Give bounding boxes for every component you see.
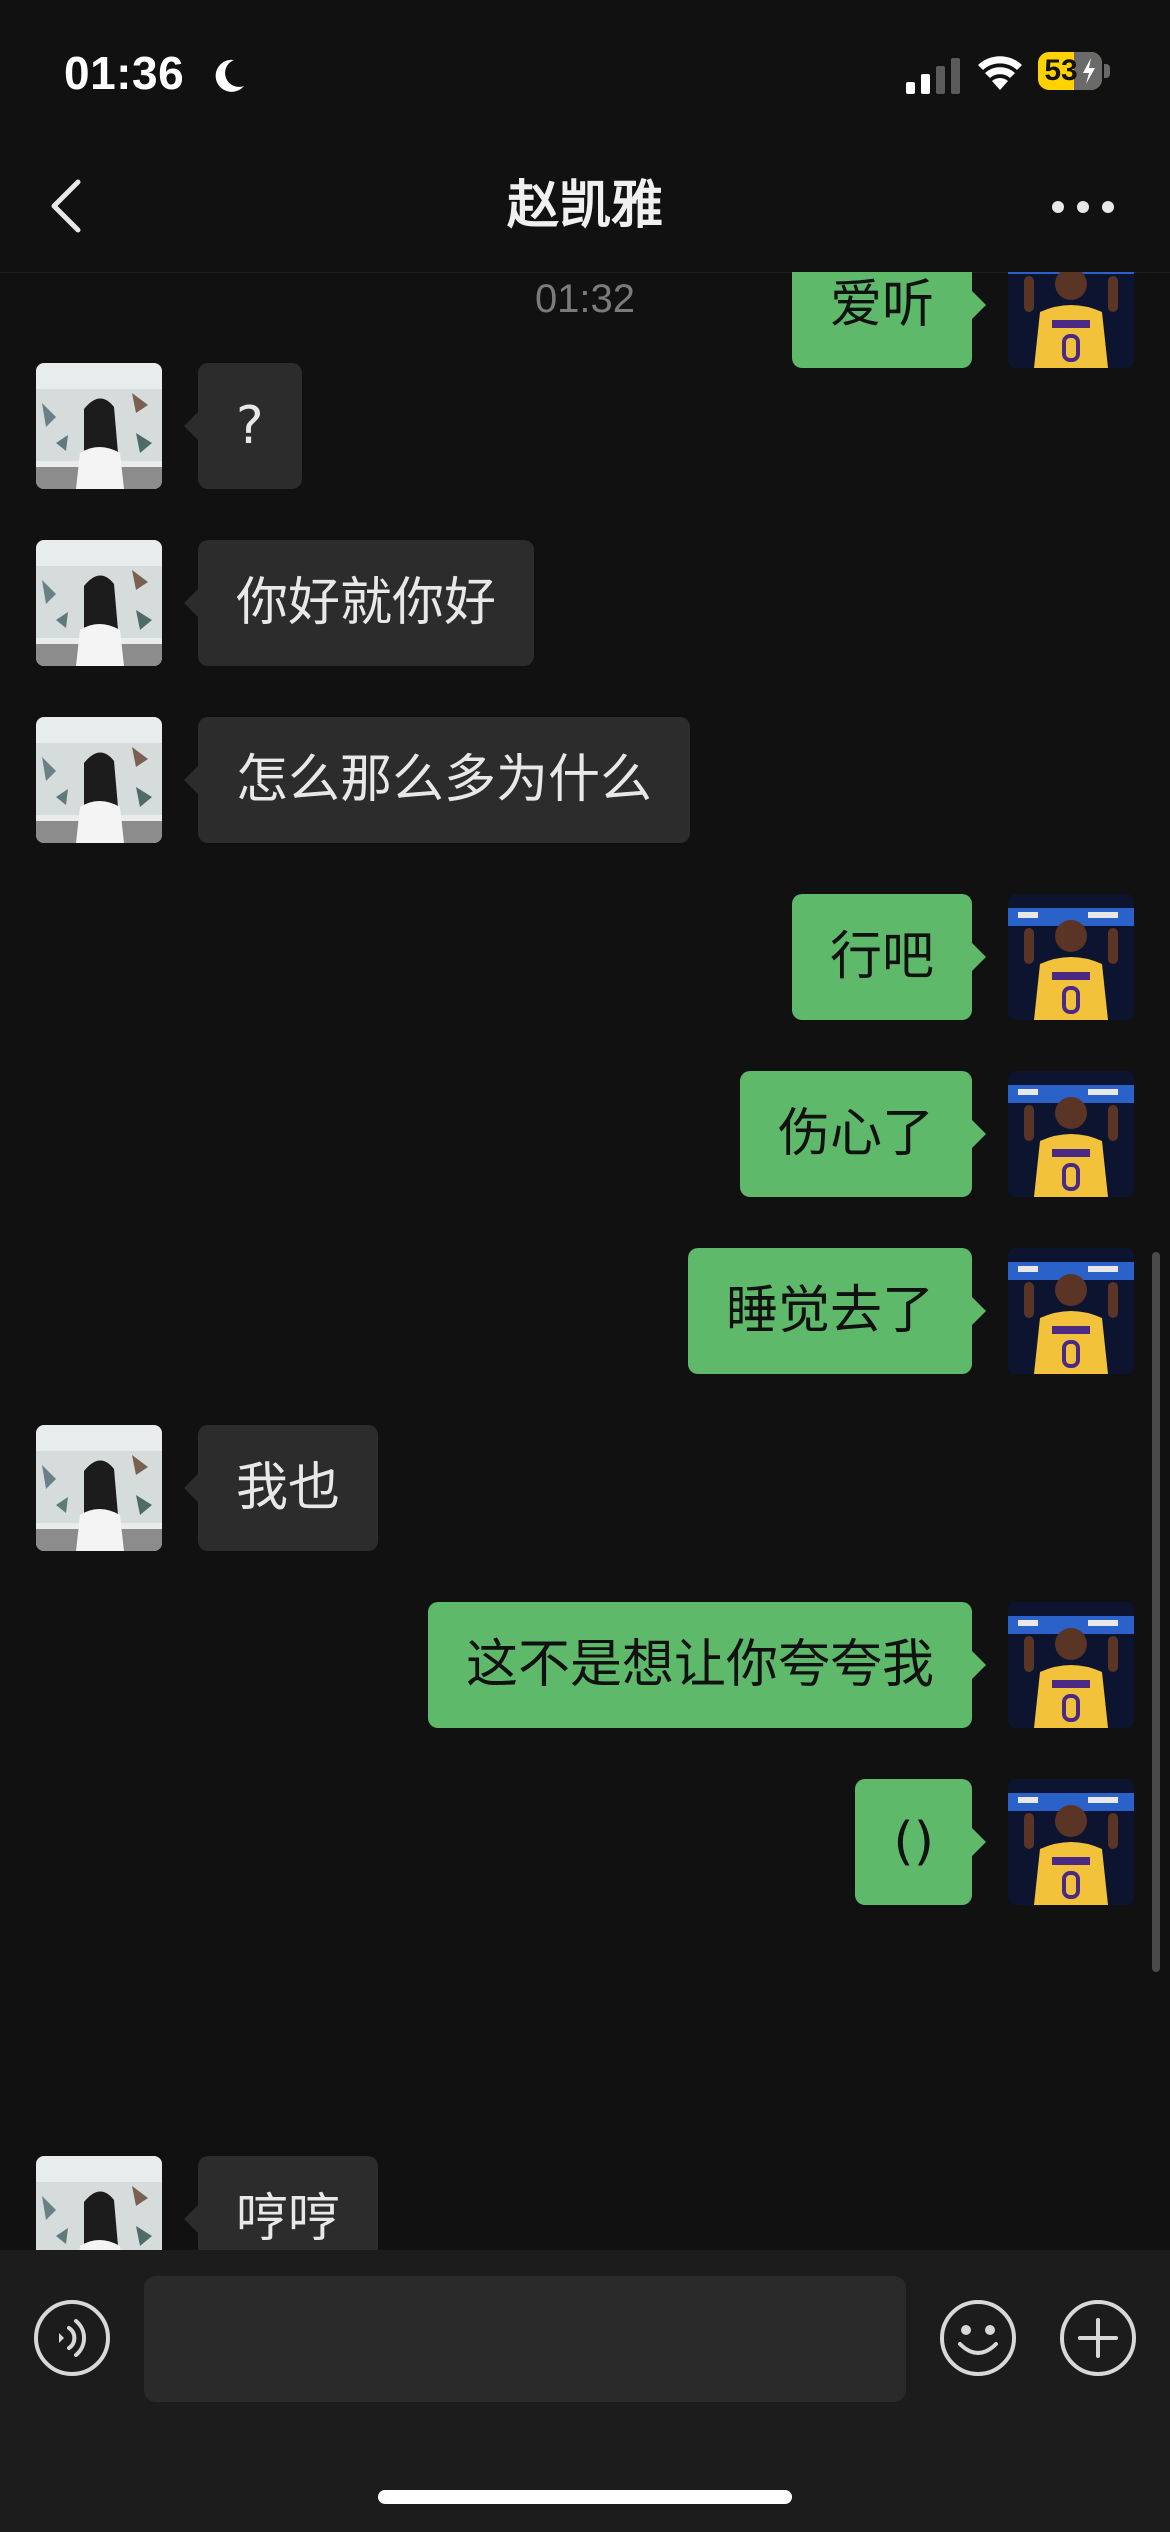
contact-avatar[interactable]: [36, 717, 162, 843]
message-bubble-incoming[interactable]: 我也: [183, 1425, 379, 1551]
chat-title: 赵凯雅: [506, 176, 663, 236]
message-row: 哼哼: [0, 2156, 1170, 2250]
message-row: (): [0, 1779, 1170, 1905]
plus-icon[interactable]: [1058, 2298, 1138, 2378]
contact-avatar[interactable]: [36, 540, 162, 666]
battery-charging-icon: 53: [1038, 52, 1112, 94]
contact-avatar[interactable]: [36, 1425, 162, 1551]
message-bubble-outgoing[interactable]: 睡觉去了: [687, 1248, 987, 1374]
contact-avatar[interactable]: [36, 2156, 162, 2250]
my-avatar[interactable]: [1008, 1248, 1134, 1374]
message-row: 怎么那么多为什么: [0, 717, 1170, 843]
timestamp: 01:32: [534, 277, 636, 321]
chevron-left-icon[interactable]: [40, 176, 100, 236]
message-row: 伤心了: [0, 1071, 1170, 1197]
home-indicator[interactable]: [378, 2490, 792, 2504]
message-row: ?: [0, 363, 1170, 489]
status-time: 01:36: [64, 47, 185, 99]
moon-icon: [215, 59, 244, 92]
input-bar: [0, 2250, 1170, 2532]
status-bar: 01:36 53: [0, 0, 1170, 140]
message-input[interactable]: [144, 2276, 906, 2402]
voice-icon[interactable]: [32, 2298, 112, 2378]
message-row: 睡觉去了: [0, 1248, 1170, 1374]
message-row: 你好就你好: [0, 540, 1170, 666]
message-list[interactable]: 爱听 01:32 ? 你好就你好 怎么那么多为什么 行吧 伤心了 睡觉去了 我也…: [0, 272, 1170, 2250]
message-bubble-incoming[interactable]: ?: [184, 363, 302, 489]
contact-avatar[interactable]: [36, 363, 162, 489]
message-bubble-outgoing[interactable]: 这不是想让你夸夸我: [427, 1602, 987, 1728]
battery-level: 53: [1044, 54, 1078, 87]
more-dots-icon[interactable]: [1048, 192, 1118, 222]
message-row: 我也: [0, 1425, 1170, 1551]
message-bubble-incoming[interactable]: 你好就你好: [183, 540, 535, 666]
my-avatar[interactable]: [1008, 1602, 1134, 1728]
message-bubble-outgoing[interactable]: 行吧: [791, 894, 987, 1020]
cellular-signal-icon: [906, 58, 960, 94]
message-bubble-outgoing[interactable]: (): [855, 1779, 986, 1905]
scrollbar[interactable]: [1152, 1252, 1160, 1972]
chat-header: 赵凯雅: [0, 140, 1170, 273]
message-row: 这不是想让你夸夸我: [0, 1602, 1170, 1728]
my-avatar[interactable]: [1008, 1779, 1134, 1905]
message-row: 行吧: [0, 894, 1170, 1020]
message-bubble-incoming[interactable]: 哼哼: [183, 2156, 379, 2250]
message-bubble-outgoing[interactable]: 伤心了: [739, 1071, 987, 1197]
emoji-icon[interactable]: [938, 2298, 1018, 2378]
my-avatar[interactable]: [1008, 894, 1134, 1020]
wifi-icon: [978, 56, 1022, 90]
my-avatar[interactable]: [1008, 1071, 1134, 1197]
message-bubble-incoming[interactable]: 怎么那么多为什么: [183, 717, 691, 843]
